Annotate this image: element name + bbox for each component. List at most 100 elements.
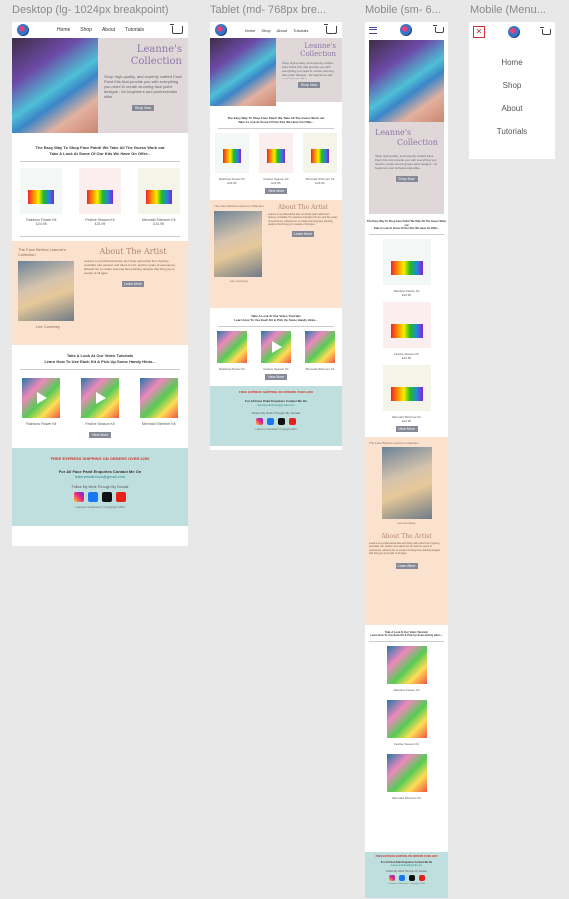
hero-box: Leanne's Collection Shop high-quality, a… (369, 122, 444, 214)
view-more-button[interactable]: View More (265, 374, 287, 380)
product-card[interactable]: Festive Season Kit £24.95 (365, 301, 448, 360)
video-name: Mermaid Shimmer Kit (305, 367, 335, 371)
play-icon[interactable] (272, 341, 282, 353)
product-card[interactable]: Mermaid Shimmer Kit £24.95 (365, 364, 448, 423)
learn-more-button[interactable]: Learn More (122, 281, 144, 287)
logo[interactable] (215, 24, 227, 36)
email-link[interactable]: leannesrainbow@gmail.com (214, 403, 338, 407)
nav-home[interactable]: Home (57, 27, 70, 33)
video-card[interactable]: Mermaid Shimmer Kit (365, 753, 448, 800)
view-more-button[interactable]: View More (89, 432, 111, 438)
tiktok-icon[interactable] (278, 418, 285, 425)
tiktok-icon[interactable] (408, 875, 415, 881)
cart-icon[interactable] (169, 24, 183, 34)
instagram-icon[interactable] (74, 492, 84, 502)
instagram-icon[interactable] (388, 875, 395, 881)
shop-now-button[interactable]: Shop Now (395, 176, 418, 182)
video-card[interactable]: Mermaid Shimmer Kit (305, 331, 335, 371)
navbar: Home Shop About Tutorials (210, 22, 342, 38)
product-price: £24.95 (227, 181, 237, 185)
product-card[interactable]: Rainbow Flower Kit £24.95 (20, 168, 63, 226)
nav-tutorials[interactable]: Tutorials (293, 28, 308, 33)
menu-icon[interactable] (369, 26, 377, 34)
video-thumbnail[interactable] (305, 331, 335, 363)
video-card[interactable]: Festive Season Kit (365, 699, 448, 746)
product-card[interactable]: Mermaid Shimmer Kit £24.95 (137, 168, 180, 226)
nav-tutorials[interactable]: Tutorials (125, 27, 144, 33)
intro-line2: Take A Look At Some Of Our Kits We Have … (373, 227, 440, 231)
play-icon[interactable] (37, 392, 48, 404)
instagram-icon[interactable] (256, 418, 263, 425)
facebook-icon[interactable] (88, 492, 98, 502)
about-text: Leanne is a professional face and body p… (268, 213, 338, 227)
email-link[interactable]: leannesrainbow@gmail.com (367, 864, 446, 867)
youtube-icon[interactable] (418, 875, 425, 881)
video-thumbnail[interactable] (22, 378, 61, 418)
menu-item-shop[interactable]: Shop (469, 81, 555, 90)
email-link[interactable]: leannesrainbow@gmail.com (16, 474, 184, 479)
video-card[interactable]: Rainbow Flower Kit (365, 645, 448, 692)
product-card[interactable]: Mermaid Shimmer Kit £24.95 (303, 133, 337, 185)
nav-shop[interactable]: Shop (261, 28, 270, 33)
tiktok-icon[interactable] (102, 492, 112, 502)
youtube-icon[interactable] (289, 418, 296, 425)
close-icon[interactable]: ✕ (473, 26, 485, 38)
video-card[interactable]: Rainbow Flower Kit (22, 378, 61, 426)
cart-icon[interactable] (433, 25, 444, 33)
product-price: £24.95 (401, 418, 412, 423)
product-image (20, 168, 63, 214)
video-card[interactable]: Rainbow Flower Kit (217, 331, 247, 371)
video-thumbnail[interactable] (386, 699, 427, 738)
navbar: Home Shop About Tutorials (12, 22, 188, 38)
logo[interactable] (400, 24, 412, 36)
product-card[interactable]: Festive Season Kit £24.95 (259, 133, 293, 185)
product-card[interactable]: Festive Season Kit £24.95 (78, 168, 121, 226)
learn-more-button[interactable]: Learn More (395, 563, 418, 570)
youtube-icon[interactable] (116, 492, 126, 502)
divider (20, 161, 180, 162)
divider (218, 128, 334, 129)
video-thumbnail[interactable] (80, 378, 119, 418)
video-thumbnail[interactable] (139, 378, 178, 418)
product-row: Rainbow Flower Kit £24.95 Festive Season … (12, 168, 188, 226)
video-thumbnail[interactable] (386, 753, 427, 792)
footer: FREE EXPRESS SHIPPING ON ORDERS OVER £20… (210, 386, 342, 446)
facebook-icon[interactable] (267, 418, 274, 425)
product-card[interactable]: Rainbow Flower Kit £24.95 (365, 238, 448, 297)
video-thumbnail[interactable] (261, 331, 291, 363)
view-more-button[interactable]: View More (395, 425, 418, 432)
copyright: Leanne's Collection© Copyright 2024 (388, 883, 425, 885)
cart-icon[interactable] (540, 27, 551, 35)
divider (369, 233, 444, 235)
about-section: The Face Behind Leanne's Collection Lee … (12, 241, 188, 345)
nav-about[interactable]: About (102, 27, 115, 33)
product-card[interactable]: Rainbow Flower Kit £24.95 (215, 133, 249, 185)
video-thumbnail[interactable] (217, 331, 247, 363)
facebook-icon[interactable] (398, 875, 405, 881)
video-card[interactable]: Festive Season Kit (261, 331, 291, 371)
hero-title-1: Leanne's (375, 128, 412, 137)
shop-now-button[interactable]: Shop Now (132, 105, 154, 111)
logo[interactable] (507, 26, 520, 38)
nav-about[interactable]: About (277, 28, 287, 33)
shipping-banner: FREE EXPRESS SHIPPING ON ORDERS OVER £20… (50, 456, 150, 461)
video-card[interactable]: Festive Season Kit (80, 378, 119, 426)
menu-item-home[interactable]: Home (469, 58, 555, 67)
logo[interactable] (17, 24, 29, 36)
shop-now-button[interactable]: Shop Now (298, 82, 320, 88)
menu-item-tutorials[interactable]: Tutorials (469, 127, 555, 136)
video-card[interactable]: Mermaid Shimmer Kit (139, 378, 178, 426)
about-caption: The Face Behind Leanne's Collection (369, 440, 419, 445)
cart-icon[interactable] (323, 24, 337, 34)
video-name: Rainbow Flower Kit (219, 367, 245, 371)
menu-item-about[interactable]: About (469, 104, 555, 113)
hero-text: Shop high-quality, and expertly crafted … (104, 74, 182, 99)
view-more-button[interactable]: View More (265, 188, 287, 194)
nav-home[interactable]: Home (245, 28, 256, 33)
video-thumbnail[interactable] (386, 645, 427, 684)
nav-shop[interactable]: Shop (80, 27, 92, 33)
product-price: £24.95 (35, 222, 47, 226)
play-icon[interactable] (95, 392, 106, 404)
artist-name: Lee Courtney (397, 520, 416, 525)
learn-more-button[interactable]: Learn More (292, 230, 314, 237)
